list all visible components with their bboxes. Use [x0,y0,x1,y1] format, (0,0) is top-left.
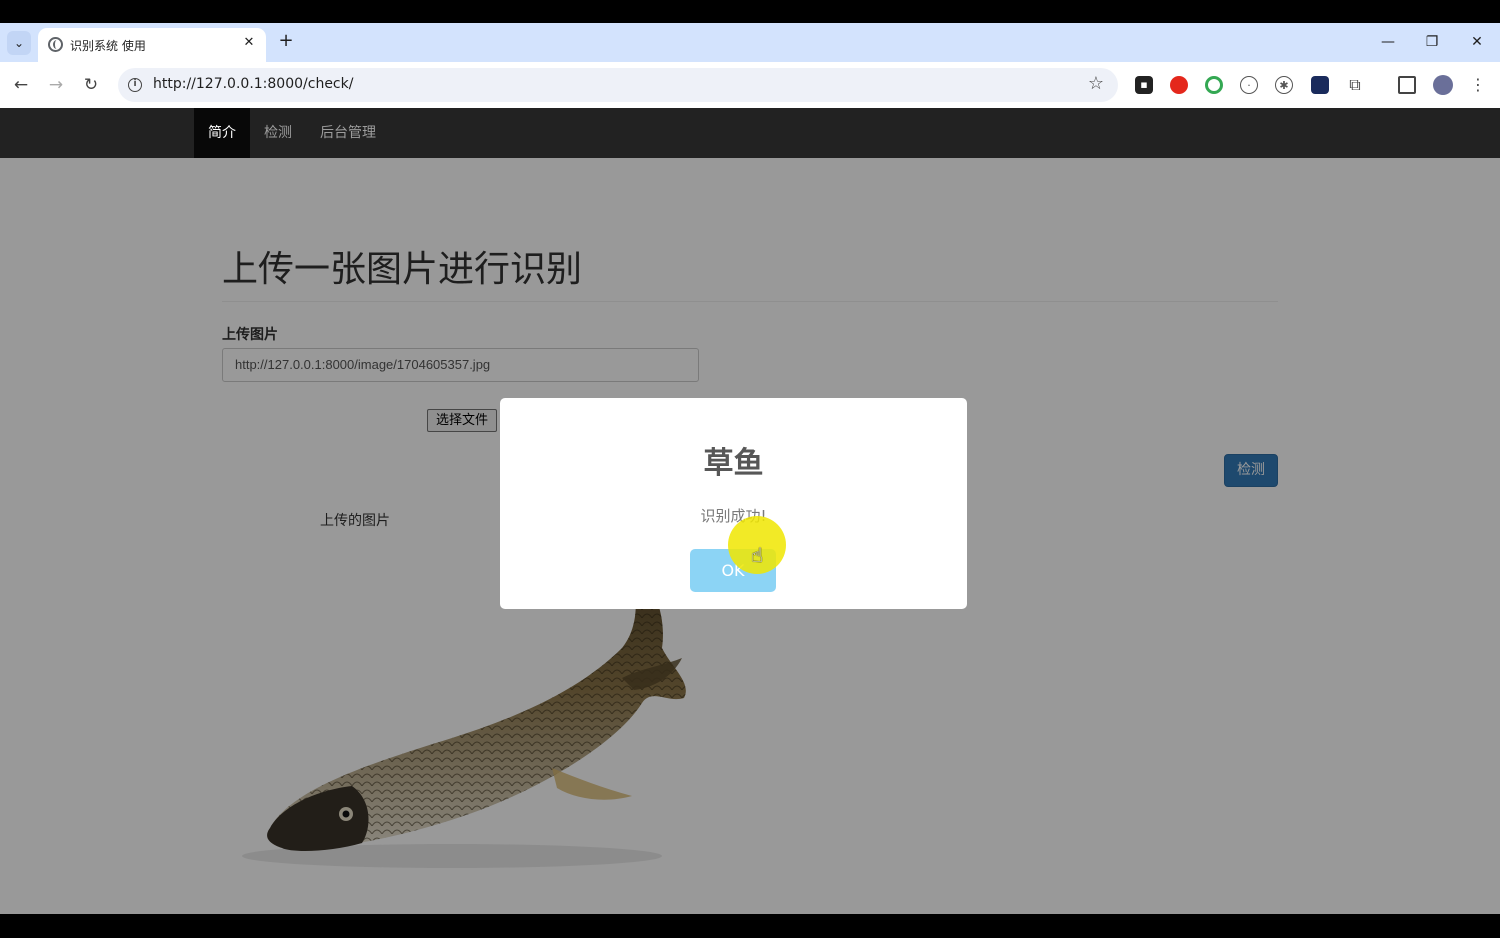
dialog-message: 识别成功! [700,507,767,525]
site-navbar: 简介 检测 后台管理 [0,108,1500,158]
minimize-button[interactable]: — [1373,29,1403,55]
profile-avatar[interactable] [1433,75,1453,95]
site-info-icon[interactable]: i [128,78,142,92]
url-text[interactable]: http://127.0.0.1:8000/check/ [153,76,353,92]
tab-close-icon[interactable]: ✕ [240,34,258,52]
back-arrow-icon[interactable]: ← [9,73,33,97]
restore-button[interactable]: ❐ [1417,29,1447,55]
browser-toolbar: ← → ↻ i http://127.0.0.1:8000/check/ ☆ ▪… [0,62,1500,108]
hand-cursor-icon: ☝ [751,543,764,567]
globe-icon [48,37,63,52]
window-close-button[interactable]: ✕ [1462,29,1492,55]
extensions-puzzle-icon[interactable]: ⧉ [1346,76,1364,94]
extension-icon-1[interactable]: ▪ [1135,76,1153,94]
extension-icon-6[interactable] [1311,76,1329,94]
browser-menu-icon[interactable]: ⋮ [1469,76,1487,94]
new-tab-button[interactable]: + [276,31,296,51]
tab-search-chevron-icon[interactable]: ⌄ [7,31,31,55]
screen: ⌄ 识别系统 使用 ✕ + — ❐ ✕ ← → ↻ i http://127.0… [0,0,1500,938]
browser-tab-active[interactable]: 识别系统 使用 ✕ [38,28,266,62]
nav-item-admin[interactable]: 后台管理 [306,108,390,158]
reload-icon[interactable]: ↻ [79,73,103,97]
extension-icon-5[interactable]: ✱ [1275,76,1293,94]
side-panel-icon[interactable] [1398,76,1416,94]
dialog-title: 草鱼 [703,446,764,481]
result-dialog: 草鱼 识别成功! OK [500,398,967,609]
nav-item-detect[interactable]: 检测 [250,108,306,158]
tab-title: 识别系统 使用 [70,39,146,53]
address-bar[interactable]: i http://127.0.0.1:8000/check/ ☆ [118,68,1118,102]
bookmark-star-icon[interactable]: ☆ [1088,73,1104,94]
extension-icon-3[interactable] [1205,76,1223,94]
extension-icon-4[interactable]: · [1240,76,1258,94]
browser-tabstrip: ⌄ 识别系统 使用 ✕ + — ❐ ✕ [0,23,1500,62]
forward-arrow-icon[interactable]: → [44,73,68,97]
nav-item-intro[interactable]: 简介 [194,108,250,158]
extension-icon-2[interactable] [1170,76,1188,94]
